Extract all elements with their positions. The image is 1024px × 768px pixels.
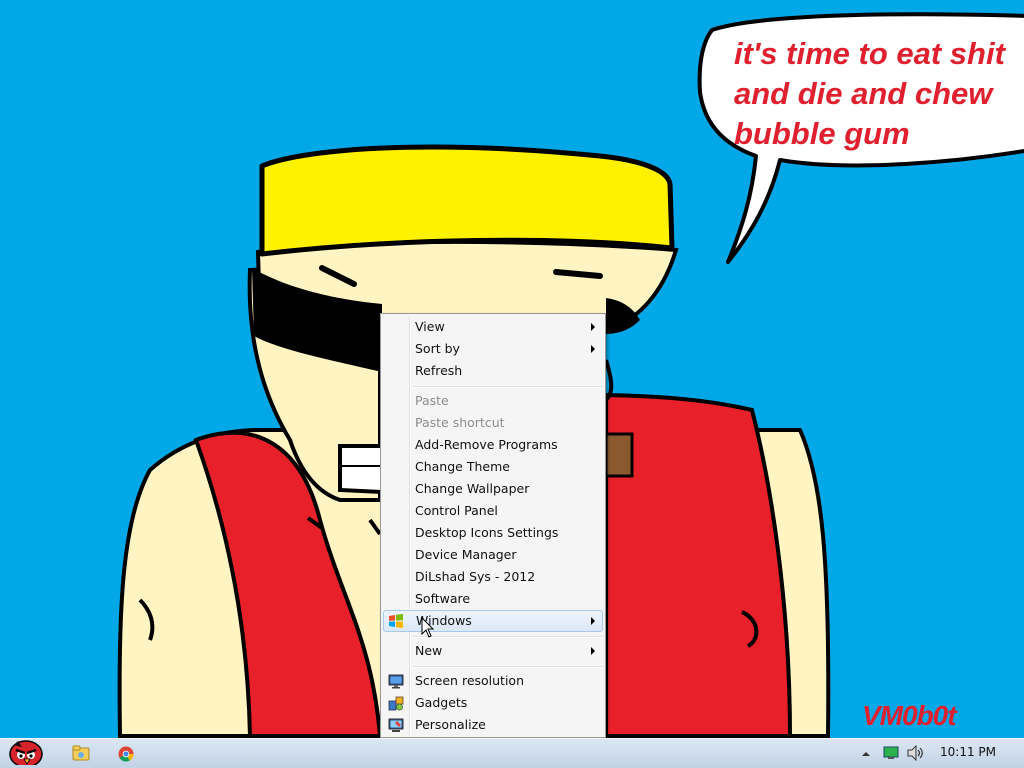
taskbar-explorer-button[interactable] [60, 741, 100, 767]
show-hidden-icons-arrow[interactable] [860, 750, 872, 758]
menu-item-sort-by[interactable]: Sort by [383, 338, 603, 360]
taskbar-chrome-button[interactable] [106, 741, 146, 767]
speech-line: bubble gum [734, 116, 910, 151]
submenu-arrow-icon [591, 617, 595, 625]
menu-item-desktop-icons-settings[interactable]: Desktop Icons Settings [383, 522, 603, 544]
menu-item-new[interactable]: New [383, 640, 603, 662]
speech-line: and die and chew [734, 76, 993, 111]
mouse-cursor-icon [421, 617, 435, 638]
menu-item-device-manager[interactable]: Device Manager [383, 544, 603, 566]
menu-item-paste: Paste [383, 390, 603, 412]
monitor-icon [388, 674, 404, 689]
menu-item-label: Change Wallpaper [415, 481, 530, 496]
menu-item-label: New [415, 643, 443, 658]
desktop-context-menu: View Sort by Refresh Paste Paste shortcu… [380, 313, 606, 738]
menu-item-control-panel[interactable]: Control Panel [383, 500, 603, 522]
menu-item-paste-shortcut: Paste shortcut [383, 412, 603, 434]
menu-item-personalize[interactable]: Personalize [383, 714, 603, 736]
menu-item-view[interactable]: View [383, 316, 603, 338]
yellow-hat [259, 144, 675, 257]
volume-icon[interactable] [906, 745, 924, 761]
submenu-arrow-icon [591, 345, 595, 353]
speech-bubble-text: it's time to eat shit and die and chew b… [734, 34, 1005, 154]
menu-item-refresh[interactable]: Refresh [383, 360, 603, 382]
menu-item-label: Device Manager [415, 547, 517, 562]
menu-item-label: DiLshad Sys - 2012 [415, 569, 536, 584]
start-button[interactable] [4, 740, 48, 767]
menu-item-label: Sort by [415, 341, 460, 356]
windows-logo-icon [389, 614, 403, 628]
menu-item-software[interactable]: Software [383, 588, 603, 610]
menu-item-label: Paste shortcut [415, 415, 505, 430]
submenu-arrow-icon [591, 647, 595, 655]
menu-item-label: View [415, 319, 445, 334]
menu-item-gadgets[interactable]: Gadgets [383, 692, 603, 714]
chrome-icon [118, 746, 134, 762]
menu-item-label: Change Theme [415, 459, 510, 474]
taskbar: 10:11 PM [0, 738, 1024, 768]
menu-item-label: Add-Remove Programs [415, 437, 558, 452]
menu-item-add-remove-programs[interactable]: Add-Remove Programs [383, 434, 603, 456]
menu-item-label: Screen resolution [415, 673, 525, 688]
menu-item-label: Desktop Icons Settings [415, 525, 559, 540]
menu-item-label: Paste [415, 393, 449, 408]
artist-signature: VM0b0t [862, 700, 957, 731]
angry-birds-start-button-icon [9, 740, 43, 765]
menu-item-screen-resolution[interactable]: Screen resolution [383, 670, 603, 692]
menu-item-label: Control Panel [415, 503, 498, 518]
gadgets-icon [388, 696, 404, 711]
menu-item-label: Software [415, 591, 471, 606]
menu-item-label: Refresh [415, 363, 463, 378]
windows-explorer-icon [72, 745, 90, 761]
menu-item-label: Gadgets [415, 695, 468, 710]
submenu-arrow-icon [591, 323, 595, 331]
speech-line: it's time to eat shit [734, 36, 1005, 71]
menu-separator [413, 666, 603, 668]
menu-item-windows[interactable]: Windows [383, 610, 603, 632]
menu-separator [413, 636, 603, 638]
menu-item-change-wallpaper[interactable]: Change Wallpaper [383, 478, 603, 500]
taskbar-clock[interactable]: 10:11 PM [932, 745, 1004, 759]
network-icon[interactable] [883, 746, 899, 760]
menu-item-label: Personalize [415, 717, 486, 732]
menu-separator [413, 386, 603, 388]
menu-item-change-theme[interactable]: Change Theme [383, 456, 603, 478]
personalize-icon [388, 718, 404, 732]
desktop[interactable]: it's time to eat shit and die and chew b… [0, 0, 1024, 768]
menu-item-dilshad-sys[interactable]: DiLshad Sys - 2012 [383, 566, 603, 588]
